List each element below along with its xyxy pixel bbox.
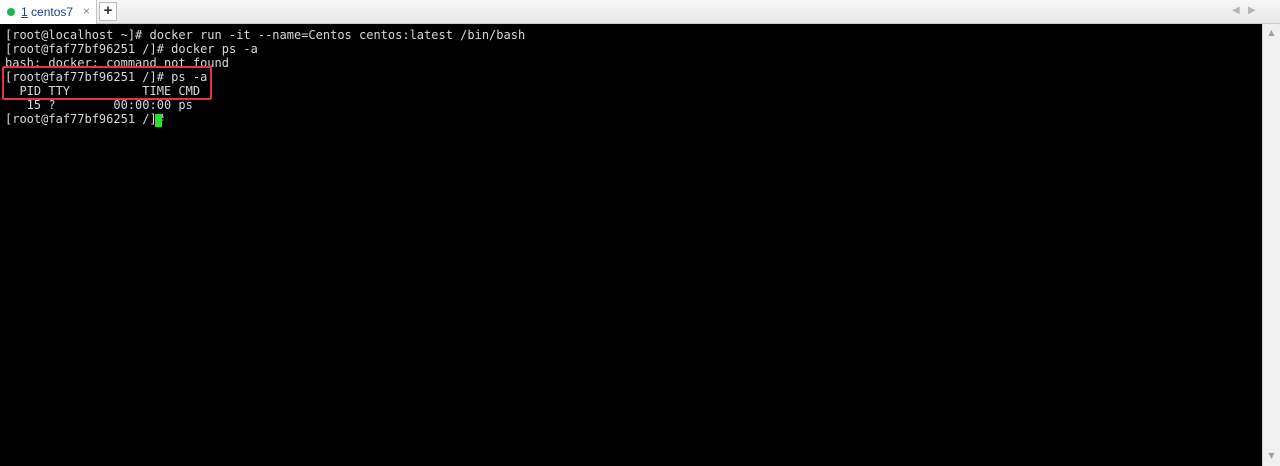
- vertical-scrollbar[interactable]: ▲ ▼: [1262, 24, 1280, 466]
- terminal-cursor: [155, 114, 162, 127]
- highlight-annotation-box: [2, 66, 212, 100]
- tab-label: 1 centos7: [21, 5, 73, 19]
- tab-bar: 1 centos7 × + ◀ ▶: [0, 0, 1280, 24]
- new-tab-button[interactable]: +: [99, 2, 117, 21]
- scroll-down-icon[interactable]: ▼: [1263, 448, 1280, 464]
- tab-centos7[interactable]: 1 centos7 ×: [0, 0, 97, 24]
- terminal-line: [root@localhost ~]# docker run -it --nam…: [5, 28, 526, 42]
- tab-number: 1: [21, 5, 28, 19]
- scrollbar-track[interactable]: [1266, 42, 1277, 462]
- tab-name: centos7: [31, 5, 74, 19]
- close-icon[interactable]: ×: [83, 4, 90, 18]
- tab-scroll-right-icon[interactable]: ▶: [1248, 5, 1256, 17]
- terminal-line: 15 ? 00:00:00 ps: [5, 98, 193, 112]
- connected-status-icon: [7, 8, 15, 16]
- scroll-up-icon[interactable]: ▲: [1263, 25, 1280, 41]
- terminal-window: 1 centos7 × + ◀ ▶ [root@localhost ~]# do…: [0, 0, 1280, 466]
- terminal-line: [root@faf77bf96251 /]# docker ps -a: [5, 42, 258, 56]
- tab-scroll-left-icon[interactable]: ◀: [1232, 5, 1240, 17]
- terminal-line: [root@faf77bf96251 /]#: [5, 112, 172, 126]
